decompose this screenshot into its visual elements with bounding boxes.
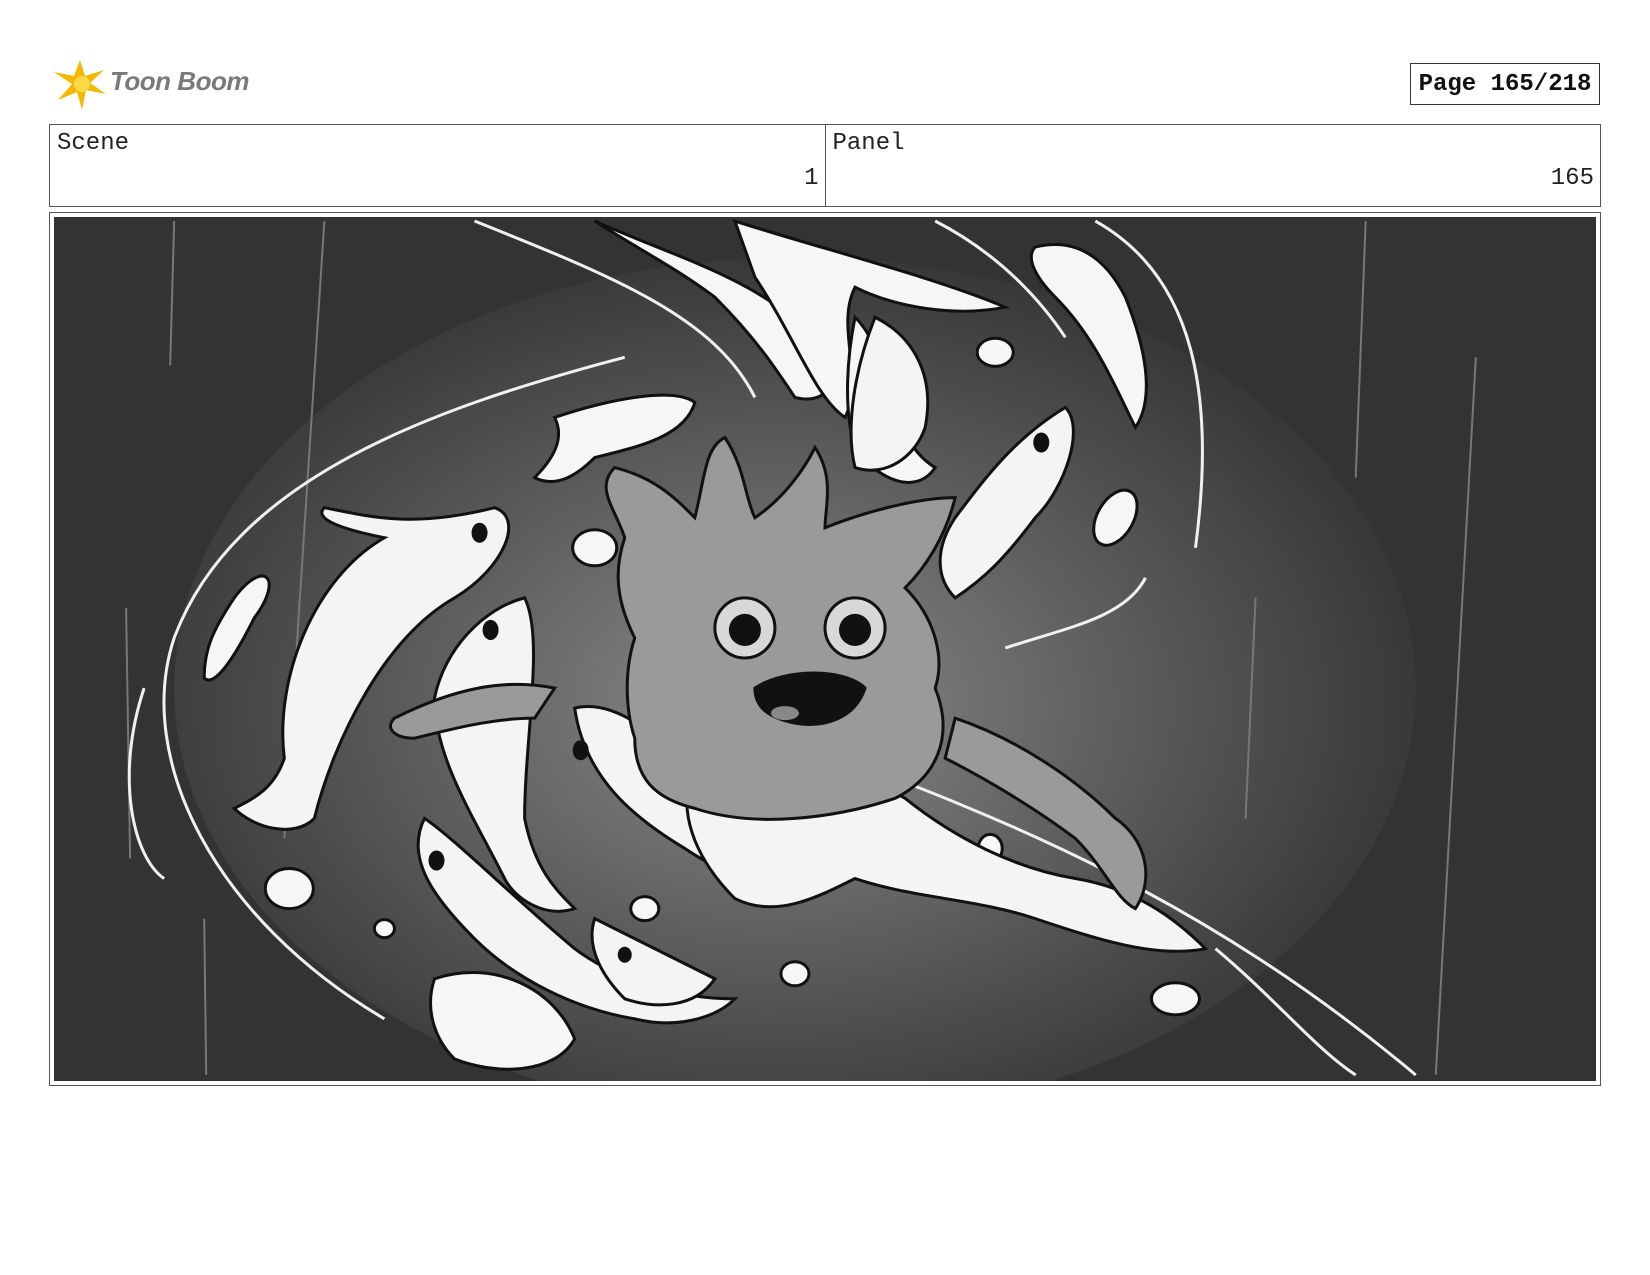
panel-value: 165 (1550, 165, 1594, 192)
scene-label: Scene (57, 130, 130, 157)
toon-boom-logo: Toon Boom (52, 56, 262, 112)
starburst-logo-icon (54, 60, 106, 110)
storyboard-panel (49, 212, 1601, 1086)
scene-cell: Scene 1 (50, 125, 825, 206)
storyboard-drawing (54, 217, 1596, 1081)
scene-panel-info: Scene 1 Panel 165 (49, 124, 1601, 207)
panel-cell: Panel 165 (824, 125, 1601, 206)
page-label: Page 165/218 (1418, 70, 1592, 98)
page-counter: Page 165/218 (1410, 63, 1600, 105)
panel-label: Panel (832, 130, 905, 157)
scene-value: 1 (804, 165, 819, 192)
logo-text: Toon Boom (110, 66, 249, 96)
